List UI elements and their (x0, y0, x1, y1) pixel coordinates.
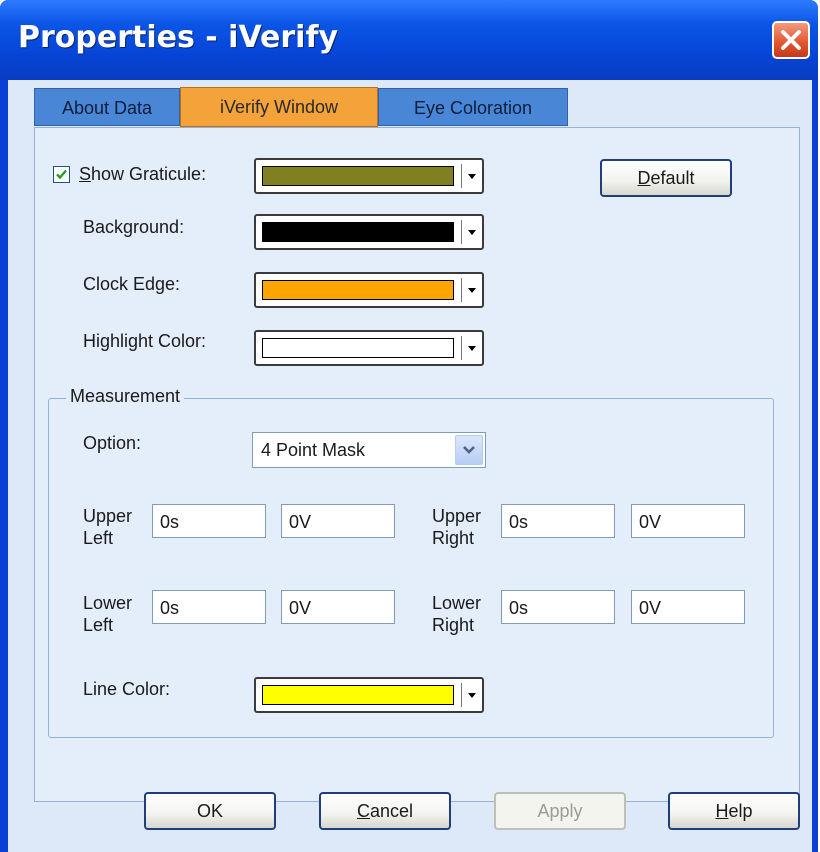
upper-left-time-input[interactable]: 0s (152, 504, 266, 538)
lower-left-voltage-input[interactable]: 0V (281, 590, 395, 624)
tab-iverify-window[interactable]: iVerify Window (180, 87, 378, 127)
background-color-swatch (262, 222, 454, 242)
option-select-value: 4 Point Mask (261, 440, 366, 460)
highlight-color-label: Highlight Color: (83, 331, 207, 351)
clock-edge-color-picker[interactable] (254, 272, 484, 308)
ok-button[interactable]: OK (144, 792, 276, 830)
tab-about-data[interactable]: About Data (34, 88, 180, 126)
checkmark-icon (56, 169, 67, 180)
background-label: Background: (83, 217, 185, 237)
highlight-color-swatch (262, 338, 454, 358)
combo-divider (461, 220, 462, 244)
combo-divider (461, 278, 462, 302)
chevron-down-icon (468, 174, 476, 179)
option-select[interactable]: 4 Point Mask (252, 432, 486, 468)
measurement-group-label: Measurement (66, 386, 185, 407)
cancel-button[interactable]: Cancel (319, 792, 451, 830)
close-button[interactable] (772, 21, 810, 59)
combo-divider (461, 164, 462, 188)
upper-right-label: Upper Right (432, 506, 482, 548)
upper-left-voltage-input[interactable]: 0V (281, 504, 395, 538)
highlight-color-picker[interactable] (254, 330, 484, 366)
lower-left-time-input[interactable]: 0s (152, 590, 266, 624)
combo-divider (461, 683, 462, 707)
chevron-down-icon (463, 446, 475, 454)
upper-right-time-input[interactable]: 0s (501, 504, 615, 538)
chevron-down-icon (468, 288, 476, 293)
lower-right-label: Lower Right (432, 593, 482, 635)
tab-eye-coloration[interactable]: Eye Coloration (378, 88, 568, 126)
combo-divider (461, 336, 462, 360)
line-color-swatch (262, 685, 454, 705)
graticule-color-picker[interactable] (254, 158, 484, 194)
option-label: Option: (83, 433, 142, 453)
help-button[interactable]: Help (668, 792, 800, 830)
line-color-picker[interactable] (254, 677, 484, 713)
lower-left-label: Lower Left (83, 593, 133, 635)
clock-edge-label: Clock Edge: (83, 274, 181, 294)
chevron-down-icon (468, 346, 476, 351)
show-graticule-label[interactable]: Show Graticule: (79, 164, 206, 185)
title-bar[interactable]: Properties - iVerify (0, 0, 818, 80)
clock-edge-color-swatch (262, 280, 454, 300)
option-dropdown-button[interactable] (455, 435, 483, 465)
show-graticule-checkbox[interactable] (53, 166, 70, 183)
apply-button[interactable]: Apply (494, 792, 626, 830)
chevron-down-icon (468, 693, 476, 698)
window-title: Properties - iVerify (18, 20, 339, 55)
graticule-color-swatch (262, 166, 454, 186)
close-icon (781, 30, 801, 50)
default-button[interactable]: Default (600, 159, 732, 197)
upper-right-voltage-input[interactable]: 0V (631, 504, 745, 538)
lower-right-time-input[interactable]: 0s (501, 590, 615, 624)
chevron-down-icon (468, 230, 476, 235)
upper-left-label: Upper Left (83, 506, 133, 548)
lower-right-voltage-input[interactable]: 0V (631, 590, 745, 624)
background-color-picker[interactable] (254, 214, 484, 250)
line-color-label: Line Color: (83, 679, 171, 699)
